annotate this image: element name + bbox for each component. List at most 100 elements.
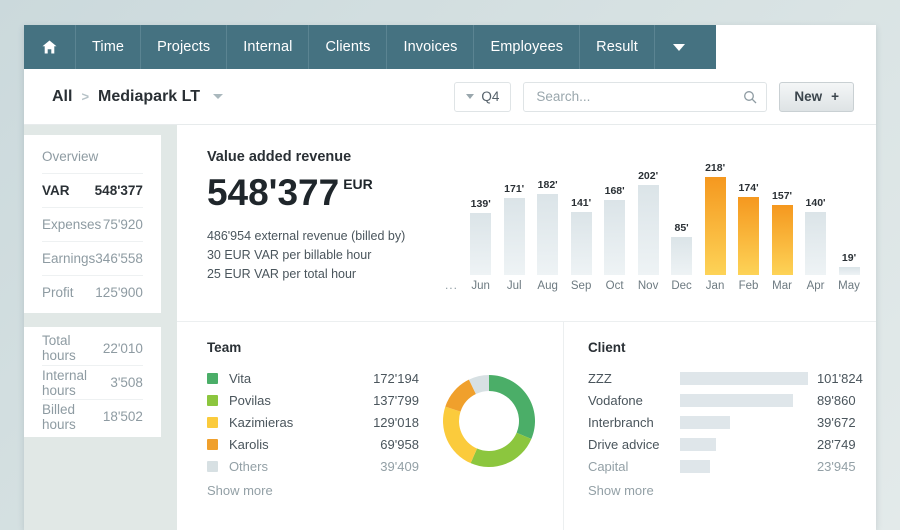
bar-value-label: 202' — [638, 170, 658, 182]
team-donut-chart — [437, 369, 541, 478]
sidebar-row-billed-hours[interactable]: Billed hours 18'502 — [42, 399, 143, 433]
nav-label: Invoices — [403, 39, 457, 55]
client-row[interactable]: Interbranch39'672 — [588, 411, 863, 433]
sidebar-row-var[interactable]: VAR 548'377 — [42, 173, 143, 207]
team-row[interactable]: Karolis69'958 — [207, 433, 419, 455]
row-value: 125'900 — [95, 285, 143, 300]
bar-group[interactable]: 174' — [735, 149, 762, 275]
donut-segment[interactable] — [443, 407, 477, 464]
donut-segment[interactable] — [489, 375, 535, 439]
search-input[interactable] — [536, 89, 743, 104]
client-value: 23'945 — [817, 459, 856, 474]
team-row[interactable]: Vita172'194 — [207, 367, 419, 389]
bar-group[interactable]: 140' — [802, 149, 829, 275]
team-member-value: 39'409 — [347, 459, 419, 474]
donut-segment[interactable] — [471, 433, 532, 467]
home-icon — [42, 40, 57, 54]
team-row[interactable]: Others39'409 — [207, 455, 419, 477]
bar-group[interactable]: 19' — [835, 149, 862, 275]
bar-group[interactable]: 141' — [567, 149, 594, 275]
bar-value-label: 19' — [842, 252, 856, 264]
bar[interactable] — [537, 194, 558, 276]
client-row[interactable]: ZZZ101'824 — [588, 367, 863, 389]
row-label: Total hours — [42, 333, 103, 363]
bar-value-label: 139' — [471, 198, 491, 210]
client-name: ZZZ — [588, 371, 680, 386]
toolbar: All > Mediapark LT Q4 New + — [24, 69, 876, 125]
nav-item-home[interactable] — [24, 25, 76, 69]
sidebar-row-internal-hours[interactable]: Internal hours 3'508 — [42, 365, 143, 399]
row-label: Overview — [42, 149, 98, 164]
row-value: 346'558 — [95, 251, 143, 266]
x-axis-tick-label: May — [835, 280, 862, 292]
bar[interactable] — [671, 237, 692, 275]
bar-value-label: 168' — [605, 185, 625, 197]
bar[interactable] — [604, 200, 625, 275]
sidebar-row-total-hours[interactable]: Total hours 22'010 — [42, 331, 143, 365]
detail-section: Team Vita172'194Povilas137'799Kazimieras… — [177, 322, 876, 530]
bar[interactable] — [772, 205, 793, 275]
sidebar-row-expenses[interactable]: Expenses 75'920 — [42, 207, 143, 241]
search-icon[interactable] — [743, 90, 757, 104]
nav-item-internal[interactable]: Internal — [227, 25, 309, 69]
nav-item-result[interactable]: Result — [580, 25, 655, 69]
nav-item-employees[interactable]: Employees — [474, 25, 580, 69]
team-row[interactable]: Kazimieras129'018 — [207, 411, 419, 433]
bar-group[interactable]: 139' — [467, 149, 494, 275]
bar[interactable] — [738, 197, 759, 275]
bar[interactable] — [839, 267, 860, 276]
nav-more-button[interactable] — [655, 25, 703, 69]
client-show-more[interactable]: Show more — [588, 483, 863, 498]
revenue-amount-block: 548'377 EUR — [207, 174, 437, 211]
nav-label: Result — [596, 39, 638, 55]
client-row[interactable]: Drive advice28'749 — [588, 433, 863, 455]
nav-label: Clients — [325, 39, 370, 55]
client-row[interactable]: Capital23'945 — [588, 455, 863, 477]
breadcrumb: All > Mediapark LT — [52, 88, 223, 106]
client-row[interactable]: Vodafone89'860 — [588, 389, 863, 411]
nav-label: Internal — [243, 39, 292, 55]
row-value: 75'920 — [103, 217, 143, 232]
new-button[interactable]: New + — [779, 82, 854, 112]
client-bar-track — [680, 394, 808, 407]
bar-group[interactable]: 157' — [768, 149, 795, 275]
revenue-section: Value added revenue 548'377 EUR 486'954 … — [177, 125, 876, 322]
bar[interactable] — [571, 212, 592, 275]
nav-item-clients[interactable]: Clients — [309, 25, 387, 69]
team-member-name: Karolis — [229, 437, 347, 452]
bar-group[interactable]: 85' — [668, 149, 695, 275]
bar-value-label: 141' — [571, 197, 591, 209]
bar[interactable] — [504, 198, 525, 275]
bar-group[interactable]: 218' — [701, 149, 728, 275]
hours-card: Total hours 22'010 Internal hours 3'508 … — [24, 327, 161, 437]
bar[interactable] — [470, 213, 491, 275]
nav-item-projects[interactable]: Projects — [141, 25, 227, 69]
bar-group[interactable]: 202' — [634, 149, 661, 275]
bar[interactable] — [805, 212, 826, 275]
team-show-more[interactable]: Show more — [207, 483, 419, 498]
team-member-value: 172'194 — [347, 371, 419, 386]
breadcrumb-root[interactable]: All — [52, 88, 72, 106]
sidebar-row-profit[interactable]: Profit 125'900 — [42, 275, 143, 309]
app-window: Time Projects Internal Clients Invoices … — [24, 25, 876, 530]
breadcrumb-chevron-down-icon[interactable] — [213, 94, 223, 99]
search-box[interactable] — [523, 82, 767, 112]
breadcrumb-current[interactable]: Mediapark LT — [98, 88, 200, 106]
new-button-label: New — [794, 89, 822, 104]
quarter-selector[interactable]: Q4 — [454, 82, 511, 112]
client-title: Client — [588, 340, 863, 355]
team-row[interactable]: Povilas137'799 — [207, 389, 419, 411]
bar-group[interactable]: 168' — [601, 149, 628, 275]
nav-item-time[interactable]: Time — [76, 25, 141, 69]
bar[interactable] — [638, 185, 659, 275]
bar-group[interactable]: 171' — [500, 149, 527, 275]
nav-item-invoices[interactable]: Invoices — [387, 25, 474, 69]
client-name: Vodafone — [588, 393, 680, 408]
sidebar-row-earnings[interactable]: Earnings 346'558 — [42, 241, 143, 275]
x-axis-tick-label: Feb — [735, 280, 762, 292]
nav-label: Employees — [490, 39, 563, 55]
nav-label: Projects — [157, 39, 210, 55]
bar-group[interactable]: 182' — [534, 149, 561, 275]
bar-value-label: 157' — [772, 190, 792, 202]
bar[interactable] — [705, 177, 726, 275]
